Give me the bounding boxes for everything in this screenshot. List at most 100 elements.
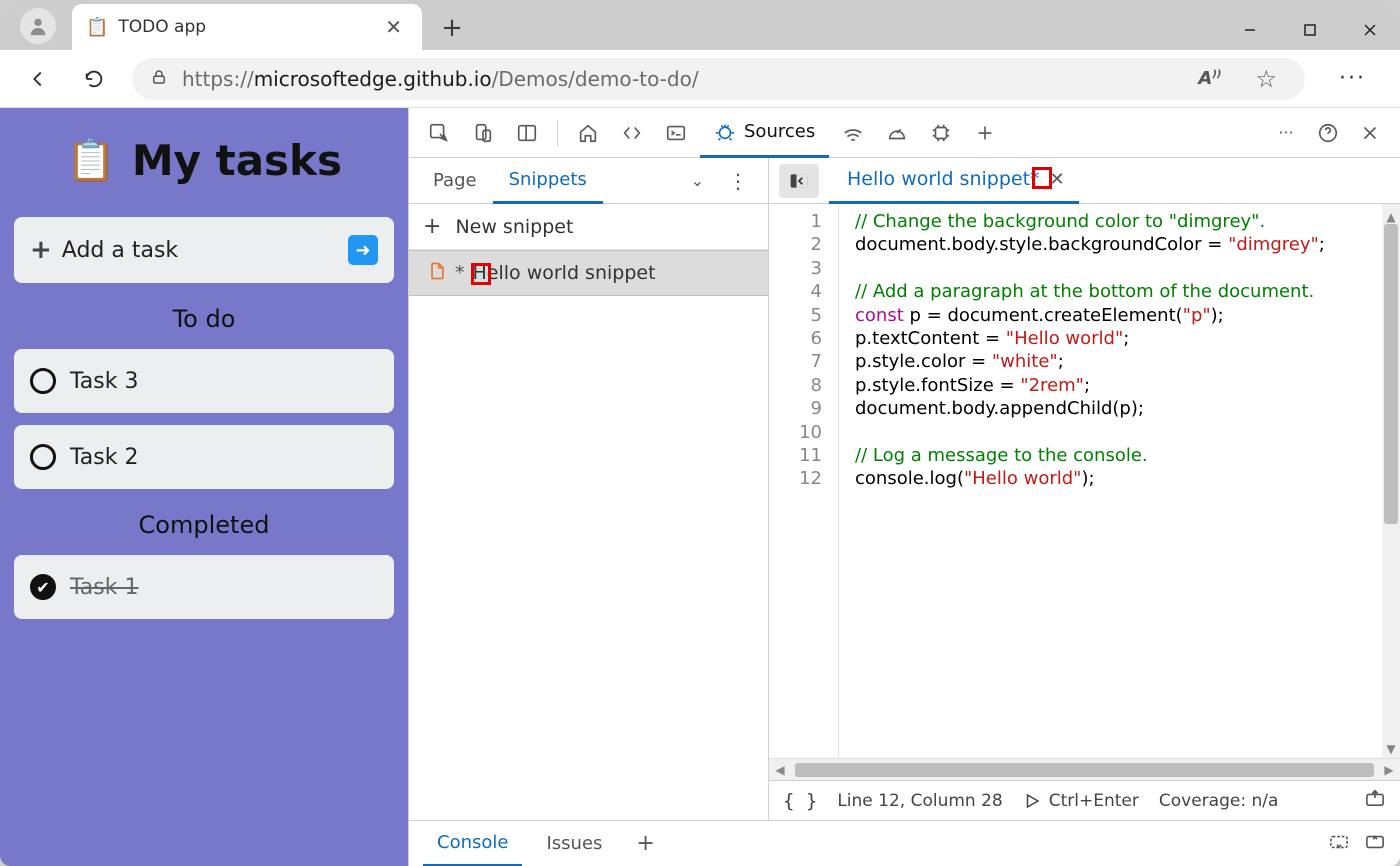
person-icon — [27, 15, 49, 37]
task-item-done[interactable]: ✔ Task 1 — [14, 555, 394, 619]
close-devtools-button[interactable] — [1350, 115, 1390, 151]
minimize-button[interactable] — [1220, 10, 1280, 50]
dock-icon[interactable] — [507, 115, 547, 151]
browser-menu-button[interactable]: ··· — [1325, 60, 1380, 97]
memory-icon[interactable] — [921, 115, 961, 151]
inspect-icon[interactable] — [419, 115, 459, 151]
editor-file-tab[interactable]: Hello world snippet* ✕ — [829, 158, 1079, 204]
bug-icon — [714, 120, 736, 142]
code-content[interactable]: // Change the background color to "dimgr… — [839, 204, 1400, 758]
sidebar-tabs: Page Snippets ⌄ ⋮ — [409, 158, 768, 204]
line-numbers: 123456789101112 — [769, 204, 839, 758]
device-icon[interactable] — [463, 115, 503, 151]
refresh-button[interactable] — [76, 61, 112, 97]
source-map-icon[interactable] — [1364, 789, 1386, 812]
app-header: 📋 My tasks — [14, 122, 394, 205]
sources-tab-label: Sources — [744, 121, 815, 142]
close-window-button[interactable] — [1340, 10, 1400, 50]
app-title: My tasks — [132, 136, 342, 185]
horizontal-scrollbar[interactable]: ◀ ▶ — [769, 758, 1400, 780]
editor-tab-name: Hello world snippet* — [847, 168, 1040, 190]
task-label: Task 1 — [70, 575, 138, 600]
code-editor[interactable]: 123456789101112 // Change the background… — [769, 204, 1400, 758]
help-icon[interactable] — [1308, 115, 1348, 151]
editor-pane: Hello world snippet* ✕ 123456789101112 /… — [769, 158, 1400, 820]
browser-titlebar: 📋 TODO app ✕ + — [0, 0, 1400, 50]
snippet-file-icon — [427, 261, 447, 286]
devtools-drawer: Console Issues + — [409, 820, 1400, 866]
todo-app: 📋 My tasks + Add a task ➜ To do Task 3 T… — [0, 108, 408, 866]
new-snippet-label: New snippet — [455, 216, 573, 238]
toggle-navigator-button[interactable] — [779, 164, 819, 198]
todo-section-heading: To do — [14, 295, 394, 337]
issues-drawer-tab[interactable]: Issues — [532, 821, 616, 866]
sidebar-more-button[interactable]: ⋮ — [716, 169, 760, 193]
favorite-button[interactable]: ☆ — [1246, 59, 1288, 99]
close-tab-button[interactable]: ✕ — [379, 13, 408, 41]
maximize-button[interactable] — [1280, 10, 1340, 50]
welcome-icon[interactable] — [568, 115, 608, 151]
sources-sidebar: Page Snippets ⌄ ⋮ + New snippet *Hello w… — [409, 158, 769, 820]
vertical-scrollbar[interactable]: ▲ ▼ — [1382, 204, 1400, 758]
console-drawer-tab[interactable]: Console — [423, 821, 522, 866]
devtools-toolbar: Sources ··· — [409, 108, 1400, 158]
clipboard-icon: 📋 — [86, 17, 108, 38]
checkbox-icon[interactable] — [30, 368, 56, 394]
devtools-menu-button[interactable]: ··· — [1266, 115, 1306, 151]
editor-tabs: Hello world snippet* ✕ — [769, 158, 1400, 204]
plus-icon: + — [423, 214, 441, 239]
scrollbar-thumb[interactable] — [795, 763, 1374, 777]
add-task-button[interactable]: + Add a task ➜ — [14, 217, 394, 283]
checkbox-icon[interactable] — [30, 444, 56, 470]
snippet-item[interactable]: *Hello world snippet — [409, 250, 768, 296]
drawer-icon-1[interactable] — [1328, 833, 1350, 855]
add-task-label: Add a task — [62, 238, 338, 263]
url-field[interactable]: https://microsoftedge.github.io/Demos/de… — [132, 58, 1305, 100]
page-tab[interactable]: Page — [417, 158, 493, 204]
chevron-down-icon[interactable]: ⌄ — [679, 171, 716, 190]
scroll-up-icon[interactable]: ▲ — [1382, 206, 1400, 224]
new-tab-button[interactable]: + — [432, 8, 472, 48]
task-label: Task 2 — [70, 445, 138, 470]
scroll-down-icon[interactable]: ▼ — [1382, 738, 1400, 756]
tab-title: TODO app — [118, 17, 369, 37]
new-snippet-button[interactable]: + New snippet — [409, 204, 768, 250]
sources-tab[interactable]: Sources — [700, 108, 829, 158]
task-item[interactable]: Task 2 — [14, 425, 394, 489]
run-snippet-button[interactable]: Ctrl+Enter — [1023, 791, 1139, 811]
devtools-panel: Sources ··· Page Snippets ⌄ — [408, 108, 1400, 866]
address-bar: https://microsoftedge.github.io/Demos/de… — [0, 50, 1400, 108]
read-aloud-icon[interactable]: A)) — [1188, 62, 1231, 95]
scroll-right-icon[interactable]: ▶ — [1378, 763, 1400, 777]
snippet-name: Hello world snippet — [473, 262, 656, 284]
coverage-status: Coverage: n/a — [1159, 791, 1279, 811]
snippets-tab[interactable]: Snippets — [493, 158, 603, 204]
lock-icon — [150, 68, 168, 90]
task-item[interactable]: Task 3 — [14, 349, 394, 413]
highlight-marker — [1032, 167, 1052, 189]
back-button[interactable] — [20, 61, 56, 97]
plus-icon: + — [30, 235, 52, 265]
console-icon[interactable] — [656, 115, 696, 151]
window-controls — [1220, 10, 1400, 50]
editor-statusbar: { } Line 12, Column 28 Ctrl+Enter Covera… — [769, 780, 1400, 820]
scroll-left-icon[interactable]: ◀ — [769, 763, 791, 777]
url-text: https://microsoftedge.github.io/Demos/de… — [182, 67, 1174, 91]
completed-section-heading: Completed — [14, 501, 394, 543]
checkbox-checked-icon[interactable]: ✔ — [30, 574, 56, 600]
clipboard-icon: 📋 — [66, 137, 116, 184]
elements-icon[interactable] — [612, 115, 652, 151]
submit-icon[interactable]: ➜ — [348, 235, 378, 265]
browser-tab[interactable]: 📋 TODO app ✕ — [72, 4, 422, 50]
drawer-icon-2[interactable] — [1364, 833, 1386, 855]
scrollbar-thumb[interactable] — [1384, 224, 1398, 524]
task-label: Task 3 — [70, 369, 138, 394]
network-icon[interactable] — [833, 115, 873, 151]
more-tabs-button[interactable] — [965, 115, 1005, 151]
performance-icon[interactable] — [877, 115, 917, 151]
pretty-print-button[interactable]: { } — [783, 790, 817, 812]
play-icon — [1023, 792, 1041, 810]
add-drawer-tab-button[interactable]: + — [626, 831, 664, 856]
profile-button[interactable] — [20, 8, 56, 44]
highlight-marker — [471, 263, 491, 285]
